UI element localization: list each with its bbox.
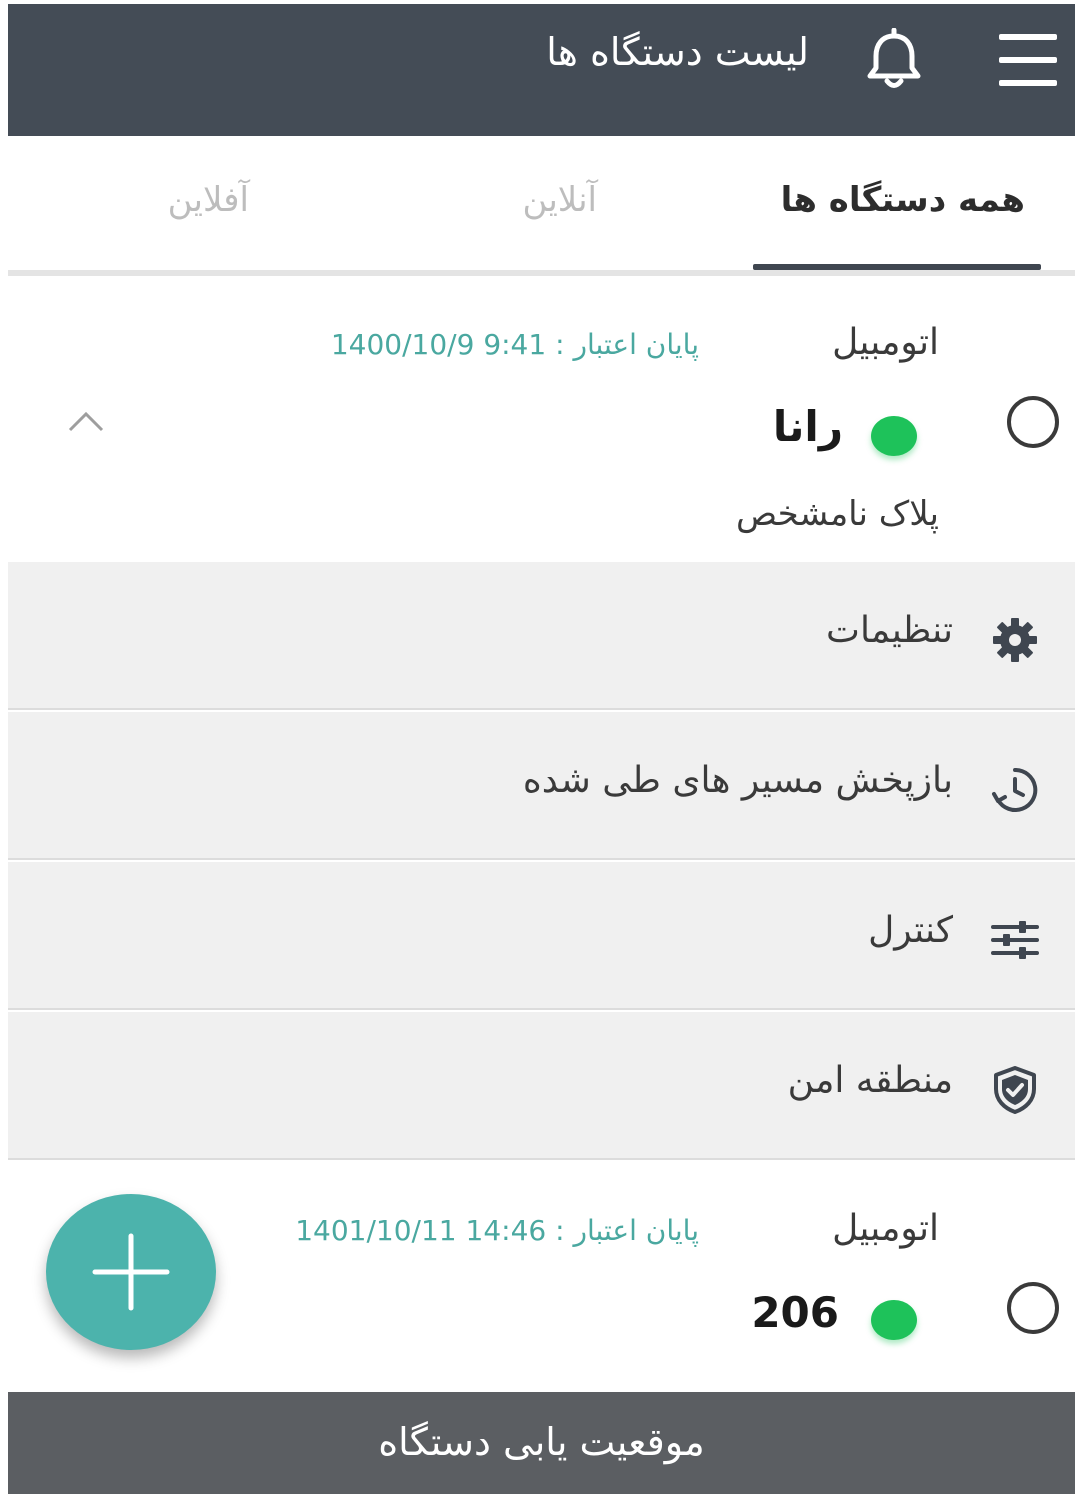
menu-item-label: تنظیمات [826, 610, 953, 651]
chevron-up-icon[interactable] [66, 406, 106, 436]
history-playback-icon [989, 764, 1041, 816]
menu-item-route-playback[interactable]: بازپخش مسیر های طی شده [8, 712, 1075, 860]
device-plate: پلاک نامشخص [736, 494, 939, 534]
locate-device-label: موقعیت یابی دستگاه [378, 1420, 705, 1464]
menu-item-label: بازپخش مسیر های طی شده [522, 760, 953, 801]
app-frame: لیست دستگاه ها همه دستگاه ها آنلاین آفلا… [8, 4, 1075, 1494]
tab-offline[interactable]: آفلاین [168, 180, 249, 220]
device-expiry: پایان اعتبار : 1401/10/11 14:46 [295, 1214, 699, 1247]
device-select-radio[interactable] [1007, 1282, 1059, 1334]
plus-icon [92, 1233, 170, 1311]
menu-item-label: کنترل [868, 910, 953, 951]
tab-online[interactable]: آنلاین [522, 180, 597, 220]
locate-device-button[interactable]: موقعیت یابی دستگاه [8, 1392, 1075, 1494]
device-filter-tabs: همه دستگاه ها آنلاین آفلاین [8, 136, 1075, 274]
expiry-value: 1400/10/9 9:41 [330, 328, 547, 361]
menu-item-safe-zone[interactable]: منطقه امن [8, 1012, 1075, 1160]
hamburger-menu-icon[interactable] [999, 34, 1057, 86]
online-status-dot [871, 1300, 917, 1340]
app-bar: لیست دستگاه ها [8, 4, 1075, 136]
expiry-value: 1401/10/11 14:46 [295, 1214, 547, 1247]
tab-all-devices[interactable]: همه دستگاه ها [781, 180, 1025, 220]
menu-line [999, 34, 1057, 40]
shield-check-icon [989, 1064, 1041, 1116]
menu-line [999, 57, 1057, 63]
sliders-icon [989, 914, 1041, 966]
menu-item-control[interactable]: کنترل [8, 862, 1075, 1010]
bell-icon[interactable] [863, 27, 925, 94]
device-name: 206 [751, 1288, 839, 1337]
add-device-button[interactable] [46, 1194, 216, 1350]
expiry-label: پایان اعتبار : [555, 1214, 699, 1247]
page-title: لیست دستگاه ها [546, 30, 809, 74]
menu-line [999, 80, 1057, 86]
menu-item-settings[interactable]: تنظیمات [8, 562, 1075, 710]
device-name: رانا [772, 402, 843, 451]
device-expiry: پایان اعتبار : 1400/10/9 9:41 [331, 328, 699, 361]
device-type: اتومبیل [832, 1208, 939, 1249]
gear-icon [989, 614, 1041, 666]
online-status-dot [871, 416, 917, 456]
expiry-label: پایان اعتبار : [555, 328, 699, 361]
device-item[interactable]: اتومبیل پایان اعتبار : 1400/10/9 9:41 را… [8, 276, 1075, 562]
menu-item-label: منطقه امن [787, 1060, 953, 1101]
device-type: اتومبیل [832, 322, 939, 363]
device-select-radio[interactable] [1007, 396, 1059, 448]
